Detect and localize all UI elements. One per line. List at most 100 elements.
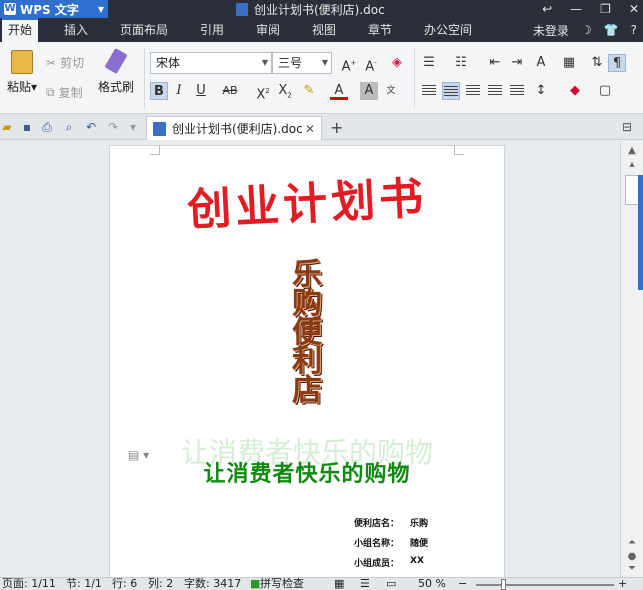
numbering-icon[interactable]: ☷ — [452, 54, 470, 72]
prev-page-icon[interactable]: ⏶ — [626, 537, 638, 549]
zoom-out-icon[interactable]: − — [458, 578, 467, 590]
copy-button[interactable]: ⧉ 复制 — [46, 84, 83, 101]
underline-icon[interactable]: U — [192, 82, 210, 100]
info-value: 乐购 — [410, 519, 429, 529]
font-name-select[interactable]: 宋体 ▼ — [150, 52, 272, 74]
new-tab-button[interactable]: + — [330, 118, 343, 137]
close-tab-icon[interactable]: ✕ — [305, 122, 315, 136]
document-tab[interactable]: 创业计划书(便利店).doc ✕ — [146, 116, 322, 140]
italic-icon[interactable]: I — [170, 82, 188, 100]
phonetic-guide-icon[interactable]: 文 — [382, 82, 400, 100]
info-value: XX — [410, 556, 424, 566]
collapse-ribbon-icon[interactable]: ⊟ — [620, 120, 634, 134]
info-row-members: 小组成员： XX — [354, 556, 424, 569]
line-spacing-icon[interactable]: ↕ — [532, 82, 550, 100]
show-marks-icon[interactable]: ¶ — [608, 54, 626, 72]
status-spell[interactable]: 拼写检查 — [260, 578, 304, 590]
decrease-indent-icon[interactable]: ⇤ — [486, 54, 504, 72]
shirt-icon[interactable]: 👕 — [604, 23, 619, 37]
paste-button[interactable]: 粘贴▾ — [4, 50, 40, 95]
highlight-icon[interactable]: ✎ — [300, 82, 318, 100]
scroll-top-icon[interactable]: ▲ — [626, 145, 638, 157]
grow-font-icon[interactable]: A+ — [340, 54, 358, 74]
table-grid-icon[interactable]: ▦ — [560, 54, 578, 72]
print-preview-icon[interactable]: ⌕ — [62, 120, 76, 134]
zoom-slider-thumb[interactable] — [501, 579, 507, 590]
superscript-icon[interactable]: X2 — [254, 82, 272, 102]
tab-review[interactable]: 审阅 — [256, 18, 280, 42]
font-size-select[interactable]: 三号 ▼ — [272, 52, 332, 74]
copy-icon: ⧉ — [46, 85, 55, 99]
copy-label: 复制 — [58, 86, 83, 100]
side-panel-handle[interactable] — [638, 175, 643, 290]
web-view-icon[interactable]: ▭ — [386, 578, 396, 590]
shrink-font-icon[interactable]: A- — [362, 54, 380, 74]
tab-insert[interactable]: 插入 — [64, 18, 88, 42]
status-page[interactable]: 页面: 1/11 — [2, 578, 56, 590]
restore-button[interactable]: ❐ — [600, 2, 611, 16]
paragraph-layout-icon[interactable]: ▤ ▾ — [128, 448, 149, 462]
tab-view[interactable]: 视图 — [312, 18, 336, 42]
divider — [414, 48, 415, 108]
tab-office-space[interactable]: 办公空间 — [424, 18, 472, 42]
open-folder-icon[interactable]: ▰ — [0, 120, 14, 134]
chevron-down-icon: ▼ — [261, 58, 268, 67]
font-color-icon[interactable]: A — [330, 82, 348, 100]
document-page[interactable]: 创业计划书 乐 购 便 利 店 让消费者快乐的购物 让消费者快乐的购物 便利店名… — [109, 145, 505, 577]
zoom-value[interactable]: 50 % — [418, 578, 446, 590]
document-workspace: 创业计划书 乐 购 便 利 店 让消费者快乐的购物 让消费者快乐的购物 便利店名… — [0, 141, 620, 577]
bold-icon[interactable]: B — [150, 82, 168, 100]
tab-references[interactable]: 引用 — [200, 18, 224, 42]
outline-view-icon[interactable]: ☰ — [360, 578, 370, 590]
bullets-icon[interactable]: ☰ — [420, 54, 438, 72]
scroll-thumb[interactable] — [625, 175, 639, 205]
tab-home[interactable]: 开始 — [2, 18, 39, 42]
cut-button[interactable]: ✂ 剪切 — [46, 54, 84, 71]
zoom-slider-track[interactable] — [476, 584, 614, 586]
app-menu-button[interactable]: W WPS 文字 ▼ — [0, 0, 108, 18]
app-menu-label: WPS 文字 — [20, 2, 79, 17]
increase-indent-icon[interactable]: ⇥ — [508, 54, 526, 72]
status-words[interactable]: 字数: 3417 — [184, 578, 241, 590]
align-center-icon[interactable] — [442, 82, 460, 100]
align-right-icon[interactable] — [464, 82, 482, 100]
login-link[interactable]: 未登录 — [533, 22, 569, 39]
page-view-icon[interactable]: ▦ — [334, 578, 344, 590]
zoom-in-icon[interactable]: + — [618, 578, 627, 590]
format-painter-button[interactable]: 格式刷 — [94, 47, 138, 95]
redo-icon[interactable]: ↷ — [106, 120, 120, 134]
document-icon — [236, 2, 248, 16]
skin-icon[interactable]: ↩ — [542, 2, 552, 16]
clear-format-icon[interactable]: ◈ — [388, 54, 406, 72]
scroll-up-icon[interactable]: ▴ — [626, 159, 638, 171]
help-icon[interactable]: ? — [631, 23, 637, 37]
next-page-icon[interactable]: ⏷ — [626, 563, 638, 575]
fill-color-icon[interactable]: ◆ — [566, 82, 584, 100]
tab-page-layout[interactable]: 页面布局 — [120, 18, 168, 42]
select-browse-icon[interactable]: ● — [626, 551, 638, 563]
menu-bar: 开始 插入 页面布局 引用 审阅 视图 章节 办公空间 未登录 ☽ 👕 ? — [0, 18, 643, 42]
undo-icon[interactable]: ↶ — [84, 120, 98, 134]
minimize-button[interactable]: — — [570, 2, 582, 16]
document-tab-label: 创业计划书(便利店).doc — [172, 122, 303, 136]
save-icon[interactable]: ▪ — [20, 120, 34, 134]
word-doc-icon — [153, 121, 166, 136]
borders-icon[interactable]: ▢ — [596, 82, 614, 100]
close-button[interactable]: ✕ — [629, 2, 639, 16]
info-row-store: 便利店名： 乐购 — [354, 516, 428, 529]
sort-icon[interactable]: ⇅ — [588, 54, 606, 72]
chevron-down-icon[interactable]: ▾ — [126, 120, 140, 134]
char-shading-icon[interactable]: A — [360, 82, 378, 100]
align-left-icon[interactable] — [420, 82, 438, 100]
justify-icon[interactable] — [486, 82, 504, 100]
subscript-icon[interactable]: X2 — [276, 82, 294, 100]
sync-icon[interactable]: ☽ — [581, 23, 592, 37]
scissors-icon: ✂ — [46, 55, 57, 70]
status-col: 列: 2 — [148, 577, 174, 590]
print-icon[interactable]: ⎙ — [40, 120, 54, 134]
tab-chapter[interactable]: 章节 — [368, 18, 392, 42]
strikethrough-icon[interactable]: AB — [218, 82, 242, 100]
document-title: 创业计划书 — [186, 172, 429, 237]
text-size-icon[interactable]: A — [532, 54, 550, 72]
distribute-icon[interactable] — [508, 82, 526, 100]
